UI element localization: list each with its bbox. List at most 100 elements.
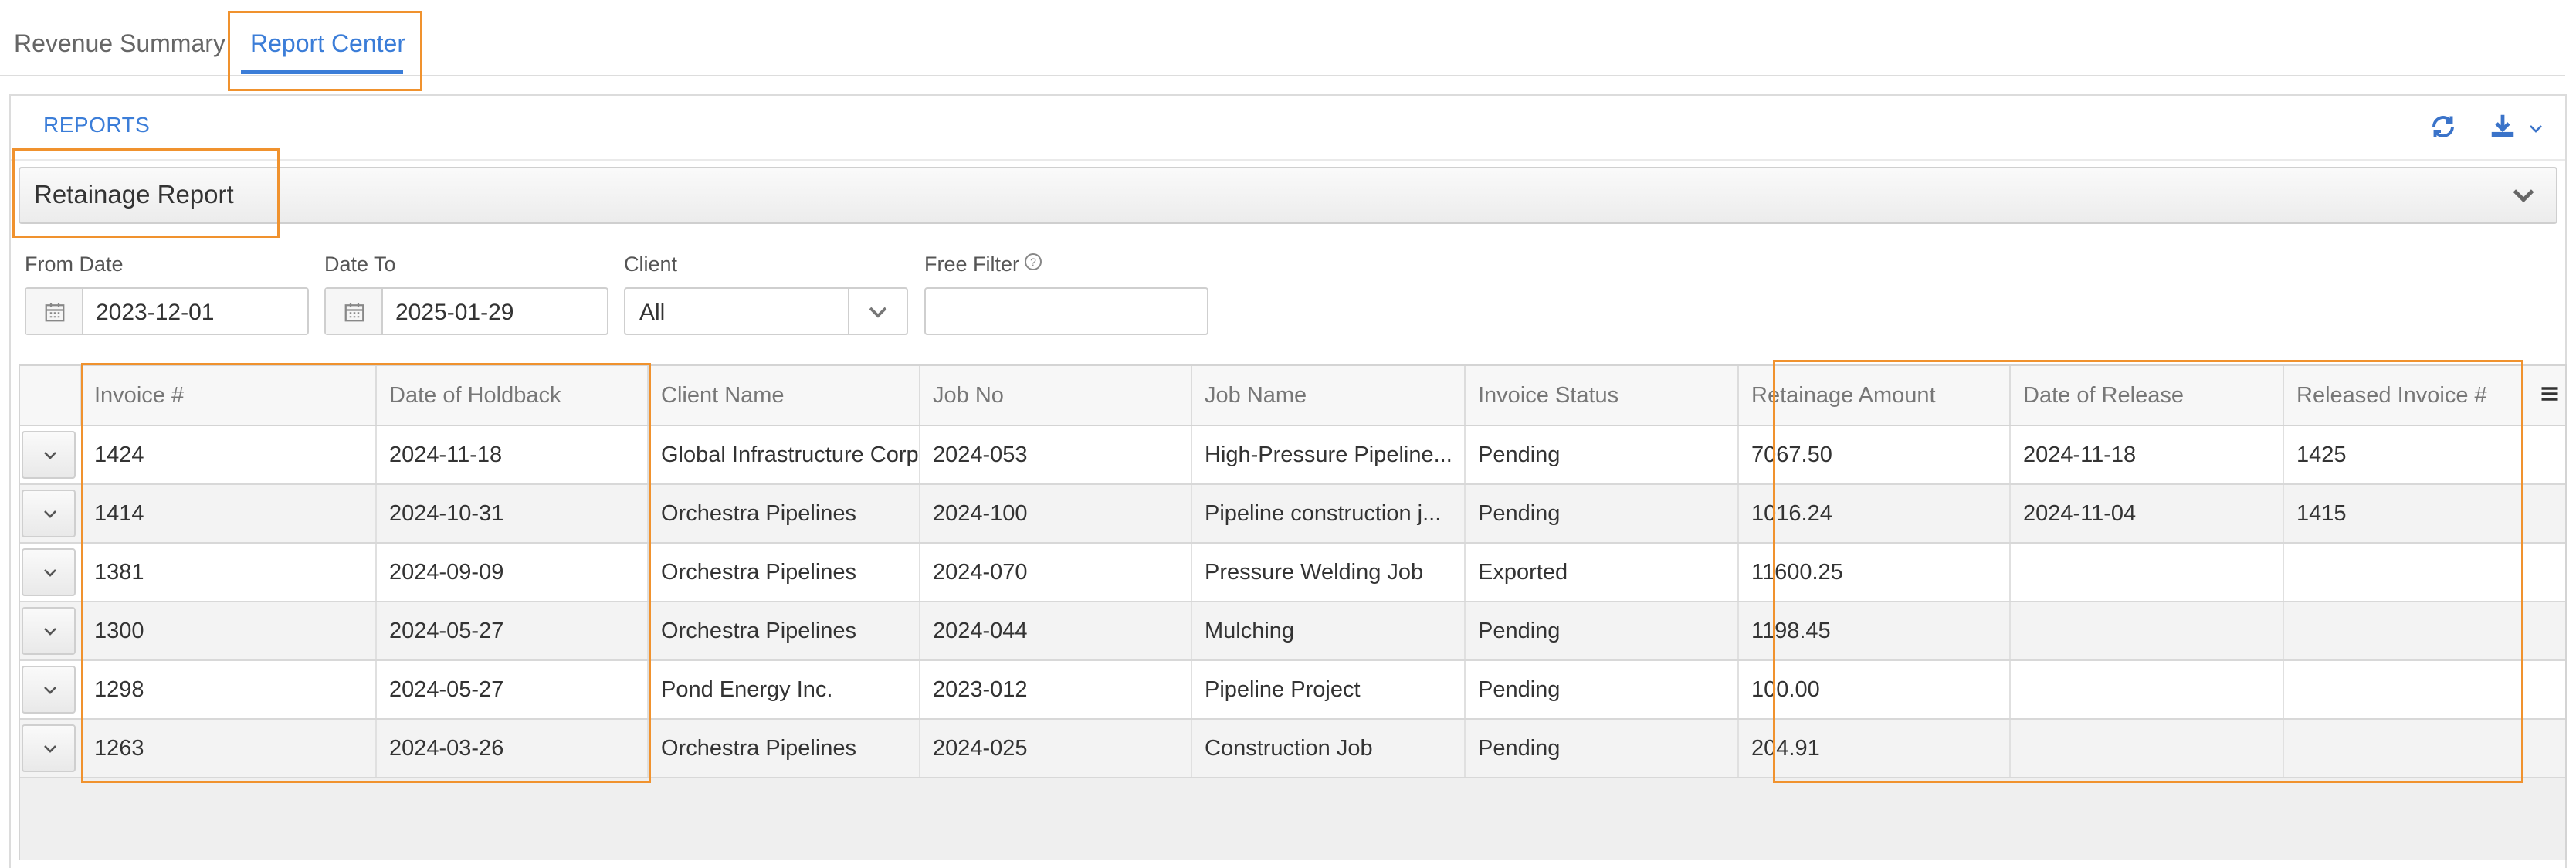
invoice-cell: 1300 [82,602,377,659]
job-name-cell: Pipeline Project [1192,661,1466,718]
chevron-down-icon [44,745,56,753]
calendar-icon[interactable] [326,289,383,334]
column-header-job-name[interactable]: Job Name [1192,366,1466,425]
date-of-holdback-cell: 2024-11-18 [377,426,649,483]
date-of-release-cell [2011,720,2284,777]
expand-row-button[interactable] [22,724,76,772]
column-header-date-of-holdback[interactable]: Date of Holdback [377,366,649,425]
invoice-status-cell: Pending [1466,661,1739,718]
column-header-invoice-status[interactable]: Invoice Status [1466,366,1739,425]
invoice-cell: 1381 [82,544,377,601]
expand-row-button[interactable] [22,607,76,655]
download-icon[interactable] [2488,111,2517,141]
invoice-status-cell: Pending [1466,602,1739,659]
date-of-release-cell [2011,661,2284,718]
expand-row-button[interactable] [22,548,76,596]
job-name-cell: Mulching [1192,602,1466,659]
expand-row-button[interactable] [22,490,76,537]
report-type-value: Retainage Report [34,180,234,209]
released-invoice-cell [2284,544,2564,601]
tab-revenue-summary[interactable]: Revenue Summary [14,15,225,71]
refresh-icon[interactable] [2429,113,2457,141]
invoice-cell: 1263 [82,720,377,777]
from-date-field[interactable]: 2023-12-01 [25,287,309,335]
chevron-down-icon [44,628,56,636]
client-select[interactable]: All [624,287,908,335]
expand-row-button[interactable] [22,431,76,479]
released-invoice-cell: 1415 [2296,501,2347,526]
retainage-table: Invoice # Date of Holdback Client Name J… [19,364,2567,860]
table-row[interactable]: 1298 2024-05-27 Pond Energy Inc. 2023-012 Pi… [20,661,2565,720]
date-of-release-cell [2011,544,2284,601]
panel-title: REPORTS [43,113,151,137]
job-no-cell: 2024-070 [920,544,1192,601]
client-name-cell: Global Infrastructure Corp. [649,426,920,483]
client-name-cell: Orchestra Pipelines [649,544,920,601]
table-row[interactable]: 1300 2024-05-27 Orchestra Pipelines 2024-04… [20,602,2565,661]
client-label: Client [624,253,678,276]
table-row[interactable]: 1414 2024-10-31 Orchestra Pipelines 2024-10… [20,485,2565,544]
client-name-cell: Orchestra Pipelines [649,602,920,659]
retainage-amount-cell: 7067.50 [1739,426,2011,483]
date-to-label: Date To [324,253,396,276]
job-name-cell: Pipeline construction j... [1192,485,1466,542]
invoice-status-cell: Exported [1466,544,1739,601]
job-no-cell: 2023-012 [920,661,1192,718]
column-header-date-of-release[interactable]: Date of Release [2011,366,2284,425]
chevron-down-icon[interactable] [848,289,907,334]
tab-bar: Revenue Summary Report Center [0,0,2565,76]
table-header: Invoice # Date of Holdback Client Name J… [20,366,2565,426]
column-header-released-invoice[interactable]: Released Invoice # [2284,366,2539,425]
retainage-amount-cell: 1198.45 [1739,602,2011,659]
client-name-cell: Pond Energy Inc. [649,661,920,718]
column-header-retainage-amount[interactable]: Retainage Amount [1739,366,2011,425]
date-of-holdback-cell: 2024-03-26 [377,720,649,777]
table-row[interactable]: 1424 2024-11-18 Global Infrastructure Corp… [20,426,2565,485]
column-menu-icon[interactable] [2539,383,2561,405]
invoice-cell: 1414 [82,485,377,542]
date-to-field[interactable]: 2025-01-29 [324,287,608,335]
date-of-holdback-cell: 2024-10-31 [377,485,649,542]
expand-row-button[interactable] [22,666,76,714]
retainage-amount-cell: 11600.25 [1739,544,2011,601]
job-name-cell: Construction Job [1192,720,1466,777]
retainage-amount-cell: 204.91 [1739,720,2011,777]
chevron-down-icon [44,452,56,459]
client-value: All [639,300,666,325]
report-type-select[interactable]: Retainage Report [19,167,2557,224]
column-header-client-name[interactable]: Client Name [649,366,920,425]
table-row[interactable]: 1263 2024-03-26 Orchestra Pipelines 2024-02… [20,720,2565,778]
calendar-icon[interactable] [26,289,83,334]
column-header-job-no[interactable]: Job No [920,366,1192,425]
chevron-down-icon [2513,189,2534,203]
released-invoice-cell [2284,661,2564,718]
table-row[interactable]: 1381 2024-09-09 Orchestra Pipelines 2024-07… [20,544,2565,602]
help-icon[interactable]: ? [1025,253,1042,270]
invoice-cell: 1298 [82,661,377,718]
chevron-down-icon [44,569,56,577]
tab-report-center[interactable]: Report Center [250,15,405,71]
job-no-cell: 2024-025 [920,720,1192,777]
from-date-value: 2023-12-01 [96,300,215,325]
job-name-cell: Pressure Welding Job [1192,544,1466,601]
retainage-amount-cell: 1016.24 [1739,485,2011,542]
retainage-amount-cell: 100.00 [1739,661,2011,718]
column-header-invoice[interactable]: Invoice # [82,366,377,425]
job-name-cell: High-Pressure Pipeline... [1192,426,1466,483]
date-of-release-cell: 2024-11-18 [2011,426,2284,483]
active-tab-indicator [241,70,403,74]
job-no-cell: 2024-044 [920,602,1192,659]
from-date-label: From Date [25,253,124,276]
free-filter-input[interactable] [924,287,1208,335]
client-name-cell: Orchestra Pipelines [649,485,920,542]
column-header-expander [20,366,82,425]
date-of-holdback-cell: 2024-05-27 [377,602,649,659]
date-of-release-cell [2011,602,2284,659]
panel-header: REPORTS [11,96,2565,161]
job-no-cell: 2024-053 [920,426,1192,483]
date-of-holdback-cell: 2024-09-09 [377,544,649,601]
date-of-holdback-cell: 2024-05-27 [377,661,649,718]
chevron-down-icon[interactable] [2527,119,2545,137]
date-to-value: 2025-01-29 [395,300,514,325]
invoice-status-cell: Pending [1466,485,1739,542]
